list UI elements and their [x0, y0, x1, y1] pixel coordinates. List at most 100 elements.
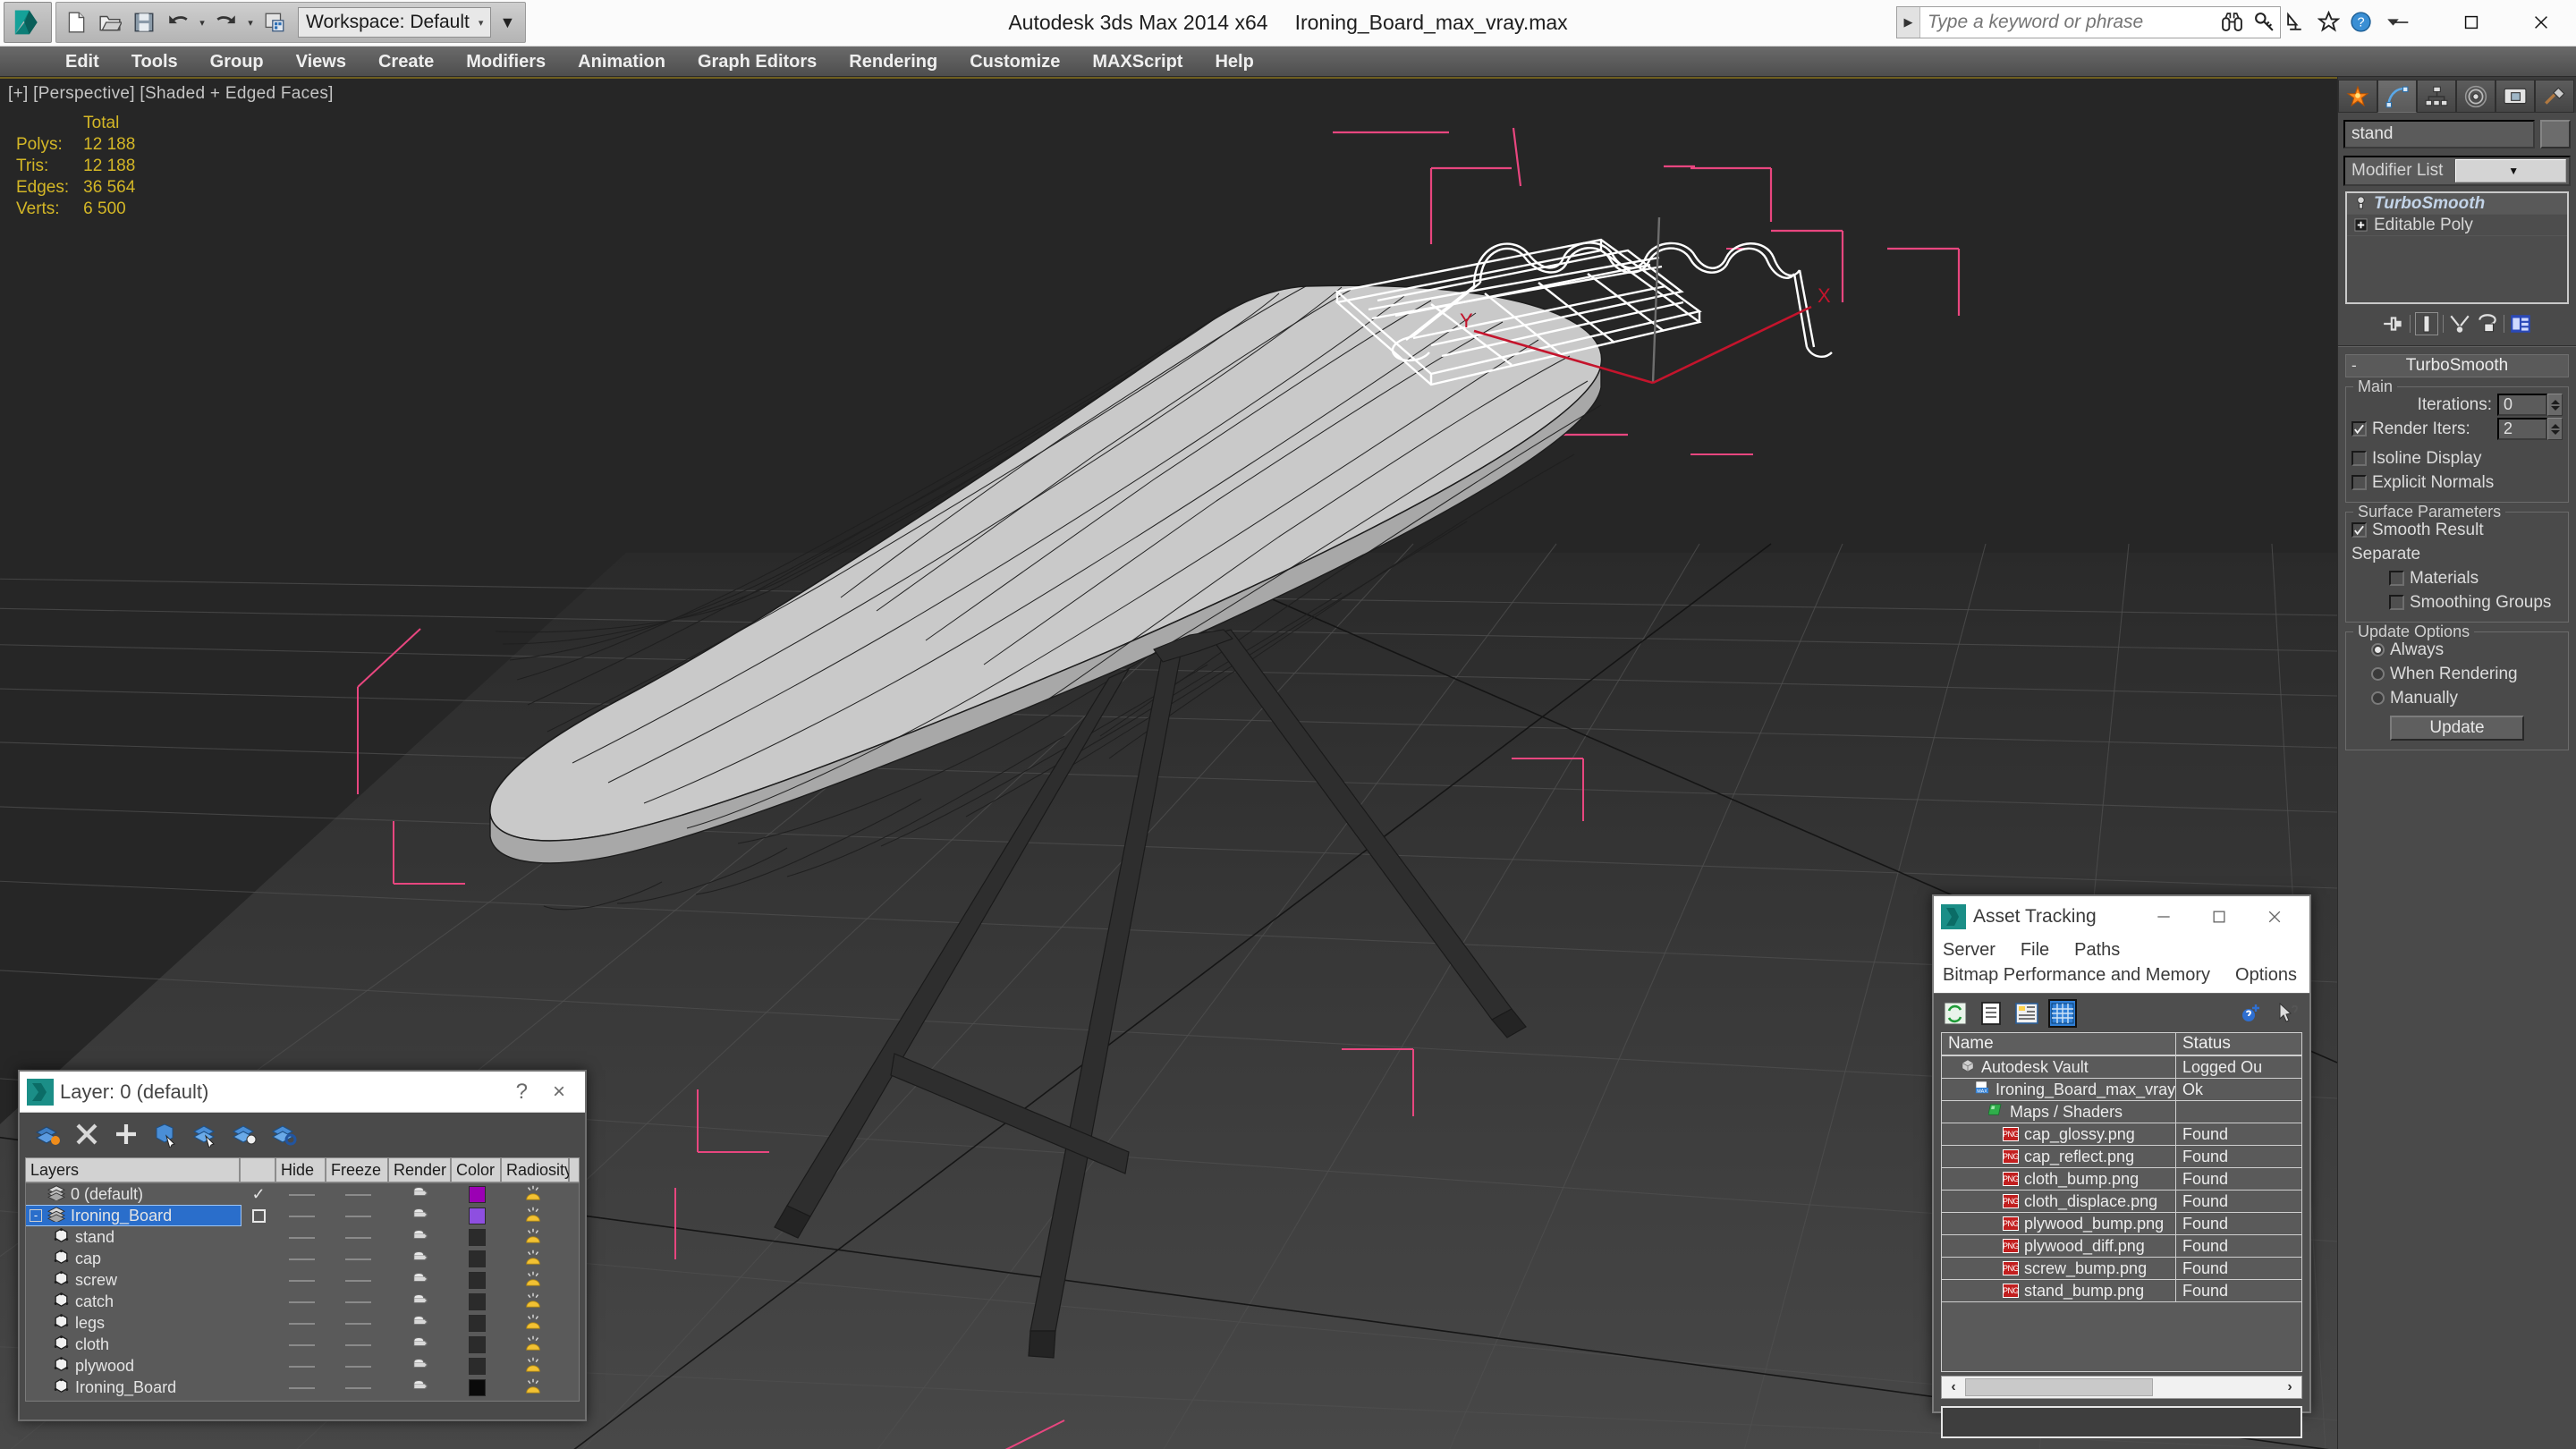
color-swatch[interactable] — [468, 1378, 486, 1396]
select-objects-in-layer-icon[interactable] — [152, 1121, 179, 1148]
app-menu-button[interactable] — [4, 2, 52, 43]
asset-name-cell[interactable]: PNG cap_glossy.png — [1942, 1123, 2176, 1145]
layer-render-cell[interactable] — [389, 1292, 452, 1312]
delete-layer-icon[interactable] — [73, 1121, 100, 1148]
layer-radiosity-cell[interactable] — [502, 1355, 564, 1377]
layer-name-cell[interactable]: catch — [26, 1292, 241, 1311]
layer-hide-cell[interactable]: —— — [276, 1380, 326, 1395]
layer-render-cell[interactable] — [389, 1377, 452, 1398]
open-file-icon[interactable] — [94, 5, 126, 39]
layer-hide-cell[interactable]: —— — [276, 1187, 326, 1202]
layer-dialog-close-button[interactable]: × — [553, 1080, 565, 1105]
pin-stack-icon[interactable] — [2382, 312, 2405, 335]
layer-active-cell[interactable] — [241, 1208, 276, 1223]
asset-row[interactable]: PNG screw_bump.png Found — [1942, 1258, 2301, 1280]
tab-modify[interactable] — [2377, 80, 2417, 113]
tab-create[interactable] — [2338, 80, 2377, 113]
layer-hide-cell[interactable]: —— — [276, 1294, 326, 1309]
iterations-value[interactable]: 0 — [2497, 394, 2547, 416]
layer-properties-icon[interactable] — [270, 1121, 297, 1148]
layer-color-cell[interactable] — [452, 1185, 502, 1203]
materials-checkbox[interactable] — [2389, 571, 2404, 586]
asset-close-button[interactable] — [2247, 897, 2302, 936]
color-swatch[interactable] — [468, 1314, 486, 1332]
menu-item-animation[interactable]: Animation — [562, 47, 682, 77]
layer-freeze-cell[interactable]: —— — [326, 1251, 389, 1267]
layer-row[interactable]: screw —— —— — [26, 1269, 579, 1291]
asset-name-cell[interactable]: PNG cap_reflect.png — [1942, 1146, 2176, 1167]
iterations-stepper[interactable]: 0 — [2497, 394, 2563, 416]
asset-horizontal-scrollbar[interactable]: ‹ › — [1941, 1376, 2302, 1399]
layer-active-box-icon[interactable] — [251, 1208, 266, 1223]
layer-name-cell[interactable]: - Ironing_Board — [26, 1205, 242, 1226]
column-freeze[interactable]: Freeze — [326, 1157, 388, 1182]
layer-radiosity-cell[interactable] — [502, 1377, 564, 1399]
layer-dialog-help-button[interactable]: ? — [516, 1080, 528, 1105]
layer-name-cell[interactable]: stand — [26, 1227, 241, 1247]
color-swatch[interactable] — [468, 1228, 486, 1246]
help-pointer-icon[interactable] — [2275, 1001, 2301, 1026]
layer-color-cell[interactable] — [452, 1357, 502, 1375]
asset-name-cell[interactable]: PNG plywood_bump.png — [1942, 1213, 2176, 1234]
tab-hierarchy[interactable] — [2417, 80, 2456, 113]
asset-name-cell[interactable]: PNG cloth_displace.png — [1942, 1191, 2176, 1212]
tab-motion[interactable] — [2456, 80, 2496, 113]
layer-render-cell[interactable] — [389, 1335, 452, 1355]
qat-overflow-icon[interactable]: ▼ — [493, 5, 521, 39]
asset-maximize-button[interactable] — [2191, 897, 2247, 936]
maximize-button[interactable] — [2436, 0, 2506, 45]
binoculars-icon[interactable] — [2218, 7, 2245, 36]
modifier-stack-item-turbosmooth[interactable]: TurboSmooth — [2347, 193, 2567, 215]
layer-color-cell[interactable] — [452, 1271, 502, 1289]
tab-utilities[interactable] — [2535, 80, 2574, 113]
collapse-icon[interactable]: - — [2351, 357, 2357, 375]
smooth-result-checkbox[interactable] — [2351, 522, 2367, 538]
column-extra[interactable] — [569, 1157, 580, 1182]
search-expand-icon[interactable]: ▶ — [1897, 7, 1920, 38]
color-swatch[interactable] — [468, 1271, 486, 1289]
asset-minimize-button[interactable] — [2136, 897, 2191, 936]
layer-hide-cell[interactable]: —— — [276, 1273, 326, 1288]
layer-freeze-cell[interactable]: —— — [326, 1273, 389, 1288]
color-swatch[interactable] — [468, 1185, 486, 1203]
layer-hide-cell[interactable]: —— — [276, 1337, 326, 1352]
asset-menu-paths[interactable]: Paths — [2074, 940, 2120, 961]
layer-color-cell[interactable] — [452, 1250, 502, 1267]
favorites-star-icon[interactable] — [2315, 7, 2342, 36]
menu-item-maxscript[interactable]: MAXScript — [1076, 47, 1199, 77]
redo-icon[interactable] — [210, 5, 242, 39]
layer-active-cell[interactable]: ✓ — [241, 1185, 276, 1204]
layer-hide-cell[interactable]: —— — [276, 1230, 326, 1245]
layer-render-cell[interactable] — [389, 1184, 452, 1205]
update-option-always[interactable]: Always — [2351, 638, 2563, 662]
asset-row[interactable]: Autodesk Vault Logged Ou — [1942, 1056, 2301, 1079]
asset-row[interactable]: MAX Ironing_Board_max_vray.max Ok — [1942, 1079, 2301, 1101]
asset-row[interactable]: PNG cloth_bump.png Found — [1942, 1168, 2301, 1191]
chevron-down-icon[interactable]: ▼ — [2454, 159, 2566, 182]
layer-row[interactable]: stand —— —— — [26, 1226, 579, 1248]
column-layers[interactable]: Layers — [25, 1157, 240, 1182]
modifier-stack[interactable]: TurboSmooth Editable Poly — [2345, 191, 2569, 304]
layer-render-cell[interactable] — [389, 1227, 452, 1248]
asset-row[interactable]: PNG cap_reflect.png Found — [1942, 1146, 2301, 1168]
tab-display[interactable] — [2496, 80, 2535, 113]
layer-row[interactable]: catch —— —— — [26, 1291, 579, 1312]
color-swatch[interactable] — [468, 1292, 486, 1310]
layer-color-cell[interactable] — [452, 1228, 502, 1246]
layer-name-cell[interactable]: cap — [26, 1249, 241, 1268]
spinner-arrows-icon[interactable] — [2547, 394, 2563, 416]
menu-item-group[interactable]: Group — [194, 47, 280, 77]
layer-radiosity-cell[interactable] — [502, 1334, 564, 1356]
object-color-swatch[interactable] — [2540, 120, 2571, 148]
layer-freeze-cell[interactable]: —— — [326, 1316, 389, 1331]
show-end-result-icon[interactable] — [2415, 312, 2438, 335]
asset-name-cell[interactable]: PNG screw_bump.png — [1942, 1258, 2176, 1279]
menu-item-modifiers[interactable]: Modifiers — [450, 47, 562, 77]
menu-item-rendering[interactable]: Rendering — [833, 47, 953, 77]
layer-radiosity-cell[interactable] — [502, 1183, 564, 1206]
menu-item-help[interactable]: Help — [1199, 47, 1269, 77]
add-layer-icon[interactable] — [113, 1121, 140, 1148]
close-button[interactable] — [2506, 0, 2576, 45]
save-file-icon[interactable] — [128, 5, 160, 39]
layer-row[interactable]: cloth —— —— — [26, 1334, 579, 1355]
